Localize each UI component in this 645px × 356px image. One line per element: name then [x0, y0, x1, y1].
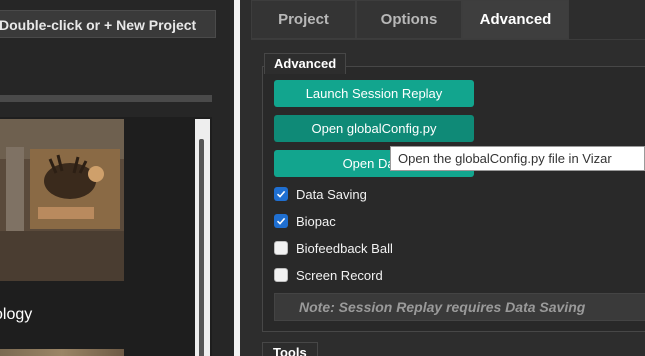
data-saving-label: Data Saving: [296, 186, 367, 202]
thumbnail-size-slider[interactable]: [0, 95, 212, 102]
settings-panel: Project Options Advanced Advanced Launch…: [240, 0, 645, 356]
biopac-checkbox[interactable]: [274, 214, 288, 228]
tab-options[interactable]: Options: [356, 0, 462, 39]
biofeedback-ball-checkbox[interactable]: [274, 241, 288, 255]
open-global-config-button[interactable]: Open globalConfig.py: [274, 115, 474, 142]
biofeedback-ball-label: Biofeedback Ball: [296, 240, 393, 256]
check-icon: [276, 217, 286, 225]
screen-record-checkbox[interactable]: [274, 268, 288, 282]
biopac-label: Biopac: [296, 213, 336, 229]
tab-bar: Project Options Advanced: [251, 0, 569, 40]
biopac-row[interactable]: Biopac: [274, 212, 336, 230]
open-global-config-tooltip: Open the globalConfig.py file in Vizar: [390, 146, 645, 171]
advanced-group-title: Advanced: [264, 53, 347, 74]
tab-advanced[interactable]: Advanced: [462, 0, 569, 39]
session-replay-note: Note: Session Replay requires Data Savin…: [274, 293, 645, 321]
data-saving-checkbox[interactable]: [274, 187, 288, 201]
list-scrollbar[interactable]: [195, 119, 210, 356]
tab-project[interactable]: Project: [251, 0, 356, 39]
screen-record-row[interactable]: Screen Record: [274, 266, 383, 284]
tools-group-title: Tools: [262, 342, 318, 356]
screen-record-label: Screen Record: [296, 267, 383, 283]
new-project-hint[interactable]: Double-click or + New Project: [0, 10, 216, 38]
biofeedback-ball-row[interactable]: Biofeedback Ball: [274, 239, 393, 257]
launch-session-replay-button[interactable]: Launch Session Replay: [274, 80, 474, 107]
project-thumbnail[interactable]: [0, 349, 124, 356]
check-icon: [276, 190, 286, 198]
project-list-panel: Double-click or + New Project ology: [0, 0, 234, 356]
project-item-label[interactable]: ology: [0, 306, 32, 324]
tab-divider: [251, 39, 645, 40]
data-saving-row[interactable]: Data Saving: [274, 185, 367, 203]
cave-painting-image: [0, 119, 124, 281]
scrollbar-thumb[interactable]: [199, 139, 204, 356]
project-thumbnail[interactable]: [0, 119, 124, 281]
